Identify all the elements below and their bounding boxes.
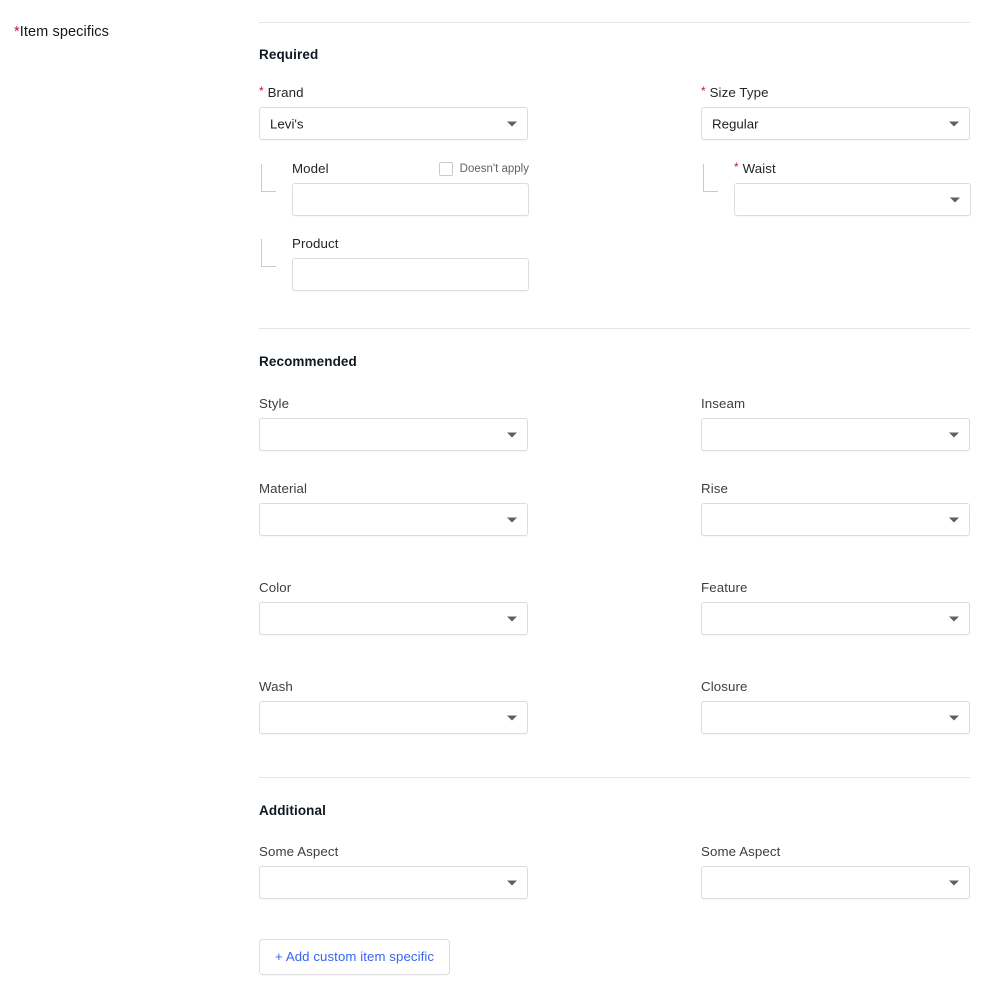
field-color: Color [259,580,528,635]
field-label-model: Model [292,161,329,176]
closure-select[interactable] [701,701,970,734]
field-label-wash: Wash [259,679,293,694]
section-title-required: Required [259,47,319,62]
add-custom-item-specific-button[interactable]: + Add custom item specific [259,939,451,975]
waist-select[interactable] [734,183,971,216]
field-label-waist-text: Waist [742,161,776,176]
item-specifics-section-label: *Item specifics [14,24,109,40]
field-label-brand-text: Brand [267,85,304,100]
field-label-style: Style [259,396,290,411]
field-size-type: * Size Type Regular [701,85,970,140]
chevron-down-icon [949,517,959,522]
item-specifics-page: *Item specifics Required * Brand Levi's … [0,0,999,985]
field-aspect-right: Some Aspect [701,844,970,899]
field-label-inseam: Inseam [701,396,746,411]
field-label-closure: Closure [701,679,748,694]
field-material: Material [259,481,528,536]
required-asterisk-brand: * [259,84,264,98]
model-input[interactable] [292,183,529,216]
model-label-row: Model Doesn't apply [292,161,529,176]
wash-select[interactable] [259,701,528,734]
indent-bracket-icon [261,239,276,267]
aspect-left-select[interactable] [259,866,528,899]
required-asterisk-size-type: * [701,84,706,98]
feature-select[interactable] [701,602,970,635]
field-feature: Feature [701,580,970,635]
doesnt-apply-checkbox[interactable] [438,161,453,176]
size-type-select[interactable]: Regular [701,107,970,140]
chevron-down-icon [949,432,959,437]
size-type-select-value: Regular [712,116,759,131]
field-label-rise: Rise [701,481,729,496]
field-model: Model Doesn't apply [259,161,529,216]
aspect-right-select[interactable] [701,866,970,899]
brand-select[interactable]: Levi's [259,107,528,140]
indent-bracket-icon [261,164,276,192]
chevron-down-icon [507,616,517,621]
field-label-size-type-text: Size Type [709,85,769,100]
field-aspect-left: Some Aspect [259,844,528,899]
chevron-down-icon [949,715,959,720]
chevron-down-icon [949,121,959,126]
divider-additional [259,777,970,778]
style-select[interactable] [259,418,528,451]
chevron-down-icon [949,880,959,885]
chevron-down-icon [507,432,517,437]
model-doesnt-apply-group[interactable]: Doesn't apply [438,161,529,176]
rise-select[interactable] [701,503,970,536]
section-title-additional: Additional [259,803,326,818]
indent-bracket-icon [703,164,718,192]
chevron-down-icon [507,517,517,522]
field-product: Product [259,236,529,291]
brand-select-value: Levi's [270,116,304,131]
chevron-down-icon [950,197,960,202]
add-custom-item-specific-wrap: + Add custom item specific [259,939,451,975]
field-label-product: Product [292,236,339,251]
color-select[interactable] [259,602,528,635]
field-label-waist: * Waist [734,161,971,176]
chevron-down-icon [507,715,517,720]
field-label-aspect-left: Some Aspect [259,844,339,859]
field-style: Style [259,396,528,451]
required-asterisk-waist: * [734,160,739,174]
inseam-select[interactable] [701,418,970,451]
material-select[interactable] [259,503,528,536]
field-brand: * Brand Levi's [259,85,528,140]
divider-recommended [259,328,970,329]
field-label-aspect-right: Some Aspect [701,844,781,859]
field-label-feature: Feature [701,580,748,595]
field-waist: * Waist [701,161,971,216]
product-input[interactable] [292,258,529,291]
section-title-recommended: Recommended [259,354,357,369]
field-label-color: Color [259,580,292,595]
field-label-size-type: * Size Type [701,85,970,100]
divider-top [259,22,970,23]
chevron-down-icon [507,880,517,885]
item-specifics-label-text: Item specifics [19,24,109,40]
chevron-down-icon [949,616,959,621]
field-label-material: Material [259,481,308,496]
field-closure: Closure [701,679,970,734]
chevron-down-icon [507,121,517,126]
field-rise: Rise [701,481,970,536]
field-wash: Wash [259,679,528,734]
doesnt-apply-label: Doesn't apply [459,162,529,175]
field-inseam: Inseam [701,396,970,451]
field-label-brand: * Brand [259,85,528,100]
